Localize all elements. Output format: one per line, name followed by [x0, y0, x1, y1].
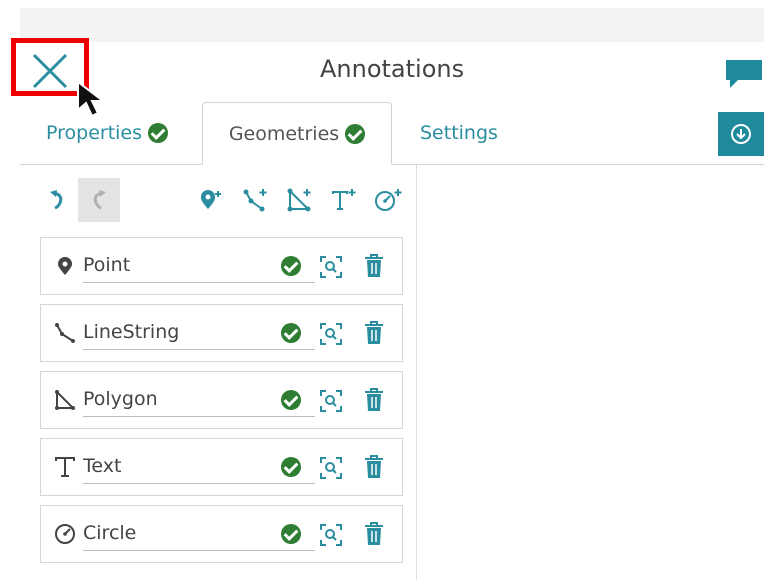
zoom-to-icon[interactable] [319, 389, 343, 413]
text-icon [53, 455, 77, 479]
zoom-to-icon[interactable] [319, 523, 343, 547]
check-circle-icon [281, 524, 301, 544]
tab-geometries-label: Geometries [228, 122, 340, 145]
point-icon [53, 254, 77, 278]
trash-icon[interactable] [364, 254, 384, 278]
tab-settings[interactable]: Settings [420, 102, 498, 164]
add-point-button[interactable] [198, 178, 226, 222]
circle-icon [53, 522, 77, 546]
add-linestring-button[interactable] [240, 178, 272, 222]
panel-divider [416, 165, 417, 580]
add-linestring-icon [243, 189, 267, 212]
geometry-item-polygon: Polygon [40, 371, 403, 429]
check-circle-icon [148, 123, 169, 143]
scroll-tabs-button[interactable] [718, 112, 764, 156]
page-title: Annotations [320, 55, 465, 83]
check-circle-icon [281, 256, 301, 276]
undo-icon [50, 190, 63, 210]
add-circle-icon [375, 189, 402, 211]
trash-icon[interactable] [364, 321, 384, 345]
comment-icon[interactable] [724, 58, 764, 90]
add-polygon-button[interactable] [284, 178, 316, 222]
undo-button[interactable] [40, 178, 74, 222]
add-text-icon [332, 189, 356, 210]
close-icon [32, 53, 68, 89]
check-circle-icon [345, 123, 366, 144]
geometry-item-point: Point [40, 237, 403, 295]
geometry-item-circle: Circle [40, 505, 403, 563]
zoom-to-icon[interactable] [319, 255, 343, 279]
add-text-button[interactable] [328, 178, 360, 222]
redo-icon [93, 190, 106, 210]
trash-icon[interactable] [364, 455, 384, 479]
add-circle-button[interactable] [372, 178, 406, 222]
top-bar [20, 8, 764, 42]
zoom-to-icon[interactable] [319, 456, 343, 480]
add-point-icon [201, 190, 221, 209]
check-circle-icon [281, 323, 301, 343]
geometry-toolbar [40, 178, 410, 222]
geometry-item-linestring: LineString [40, 304, 403, 362]
tab-properties[interactable]: Properties [46, 102, 169, 164]
tab-properties-label: Properties [46, 122, 143, 144]
check-circle-icon [281, 390, 301, 410]
tab-geometries[interactable]: Geometries [202, 102, 392, 165]
linestring-icon [53, 321, 77, 345]
zoom-to-icon[interactable] [319, 322, 343, 346]
tab-settings-label: Settings [420, 122, 498, 144]
polygon-icon [53, 388, 77, 412]
add-polygon-icon [287, 188, 311, 212]
arrow-circle-down-icon [731, 124, 751, 144]
redo-button[interactable] [78, 178, 120, 222]
check-circle-icon [281, 457, 301, 477]
trash-icon[interactable] [364, 522, 384, 546]
geometry-item-text: Text [40, 438, 403, 496]
trash-icon[interactable] [364, 388, 384, 412]
tabs-divider [20, 164, 764, 165]
